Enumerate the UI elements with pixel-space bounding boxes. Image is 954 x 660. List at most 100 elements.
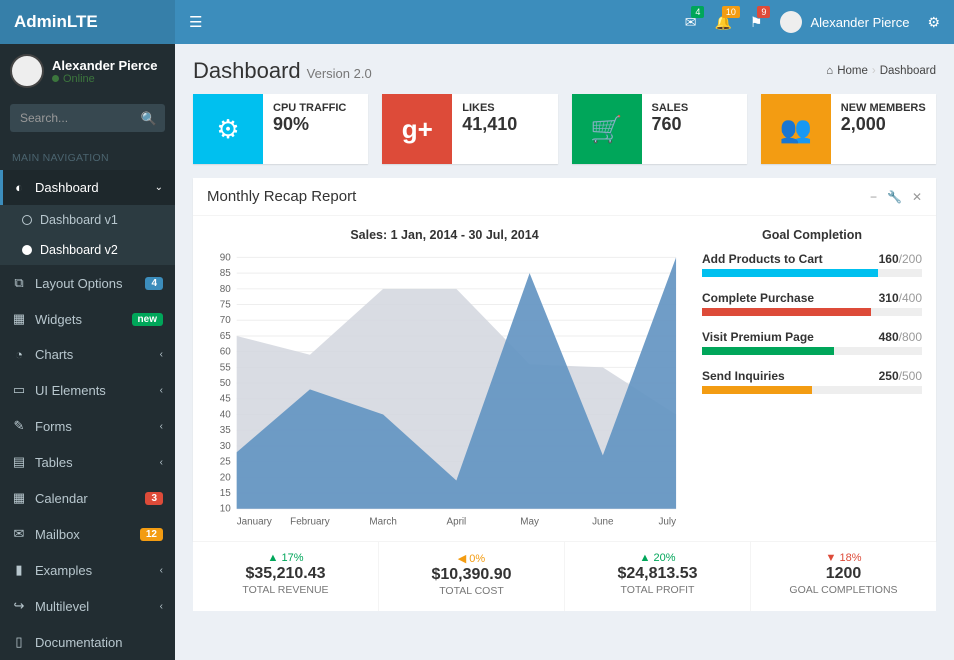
nav-documentation[interactable]: ▯Documentation [0,624,175,660]
sidebar-username: Alexander Pierce [52,58,158,73]
nav-widgets[interactable]: ▦Widgetsnew [0,301,175,337]
stats-footer: ▲ 17%$35,210.43TOTAL REVENUE ◀ 0%$10,390… [193,541,936,611]
nav-layout[interactable]: ⧉Layout Options4 [0,265,175,301]
infobox-members: 👥NEW MEMBERS2,000 [761,94,936,164]
stat-goals: ▼ 18%1200GOAL COMPLETIONS [751,542,936,611]
share-icon: ↪ [12,598,26,614]
gear-icon: ⚙ [193,94,263,164]
chevron-left-icon: ‹ [160,421,163,432]
nav-tables[interactable]: ▤Tables‹ [0,444,175,480]
stat-profit: ▲ 20%$24,813.53TOTAL PROFIT [565,542,751,611]
sidebar-toggle-button[interactable]: ☰ [189,13,202,31]
goal-item: Visit Premium Page480/800 [702,330,922,355]
nav-forms[interactable]: ✎Forms‹ [0,408,175,444]
avatar [780,11,802,33]
close-button[interactable]: ✕ [912,190,922,204]
breadcrumb: ⌂ Home › Dashboard [826,65,936,77]
page-title: DashboardVersion 2.0 [193,58,372,84]
settings-button[interactable]: 🔧 [887,190,902,204]
svg-text:25: 25 [220,457,231,468]
google-plus-icon: g+ [382,94,452,164]
svg-text:January: January [237,517,272,528]
edit-icon: ✎ [12,418,26,434]
svg-text:85: 85 [220,268,231,279]
chevron-left-icon: ‹ [160,385,163,396]
svg-text:March: March [369,517,396,528]
folder-icon: ▮ [12,562,26,578]
topbar: ☰ ✉4 🔔10 ⚑9 Alexander Pierce ⚙ [175,0,954,44]
svg-text:15: 15 [220,488,231,499]
nav-multilevel[interactable]: ↪Multilevel‹ [0,588,175,624]
user-status: Online [52,73,158,85]
svg-text:80: 80 [220,284,231,295]
home-icon: ⌂ [826,65,833,77]
tasks-button[interactable]: ⚑9 [750,14,763,31]
nav-dashboard-v2[interactable]: Dashboard v2 [0,235,175,265]
search-icon[interactable]: 🔍 [141,111,157,127]
goal-item: Send Inquiries250/500 [702,369,922,394]
goal-item: Add Products to Cart160/200 [702,252,922,277]
infobox-sales: 🛒SALES760 [572,94,747,164]
goal-item: Complete Purchase310/400 [702,291,922,316]
recap-panel: Monthly Recap Report − 🔧 ✕ Sales: 1 Jan,… [193,178,936,541]
svg-text:July: July [659,517,677,528]
chevron-left-icon: ‹ [160,457,163,468]
nav-examples[interactable]: ▮Examples‹ [0,552,175,588]
infobox-likes: g+LIKES41,410 [382,94,557,164]
goals-title: Goal Completion [702,228,922,242]
svg-text:70: 70 [220,315,231,326]
users-icon: 👥 [761,94,831,164]
calendar-icon: ▦ [12,490,26,506]
svg-text:10: 10 [220,504,231,515]
settings-icon[interactable]: ⚙ [927,14,940,31]
svg-text:90: 90 [220,252,231,263]
avatar [10,54,44,88]
infobox-cpu: ⚙CPU TRAFFIC90% [193,94,368,164]
svg-text:65: 65 [220,331,231,342]
dashboard-icon: ◐ [12,180,26,195]
svg-text:June: June [592,517,614,528]
svg-text:75: 75 [220,299,231,310]
laptop-icon: ▭ [12,382,26,398]
svg-text:60: 60 [220,347,231,358]
chevron-left-icon: ‹ [160,349,163,360]
stat-revenue: ▲ 17%$35,210.43TOTAL REVENUE [193,542,379,611]
table-icon: ▤ [12,454,26,470]
svg-text:May: May [520,517,539,528]
book-icon: ▯ [12,634,26,650]
panel-title: Monthly Recap Report [207,188,356,205]
online-dot-icon [52,75,59,82]
envelope-icon: ✉ [12,526,26,542]
user-menu[interactable]: Alexander Pierce [780,11,909,33]
svg-text:50: 50 [220,378,231,389]
svg-text:40: 40 [220,409,231,420]
pie-icon: ◔ [12,347,26,362]
nav-dashboard-v1[interactable]: Dashboard v1 [0,205,175,235]
chevron-down-icon: ⌄ [155,182,163,193]
collapse-button[interactable]: − [870,190,877,204]
chart-title: Sales: 1 Jan, 2014 - 30 Jul, 2014 [207,228,682,242]
svg-text:35: 35 [220,425,231,436]
nav-calendar[interactable]: ▦Calendar3 [0,480,175,516]
nav-mailbox[interactable]: ✉Mailbox12 [0,516,175,552]
chevron-left-icon: ‹ [160,565,163,576]
circle-icon [22,215,32,225]
breadcrumb-current: Dashboard [880,65,936,77]
svg-text:20: 20 [220,472,231,483]
nav-header: MAIN NAVIGATION [0,142,175,170]
svg-text:April: April [446,517,466,528]
sales-area-chart: 1015202530354045505560657075808590Januar… [207,250,682,530]
breadcrumb-home[interactable]: Home [837,65,868,77]
nav-ui-elements[interactable]: ▭UI Elements‹ [0,372,175,408]
messages-button[interactable]: ✉4 [685,14,697,31]
nav-dashboard[interactable]: ◐Dashboard ⌄ [0,170,175,205]
sidebar: AdminLTE Alexander Pierce Online 🔍 MAIN … [0,0,175,660]
svg-text:February: February [290,517,330,528]
th-icon: ▦ [12,311,26,327]
nav-charts[interactable]: ◔Charts‹ [0,337,175,372]
svg-text:45: 45 [220,394,231,405]
stat-cost: ◀ 0%$10,390.90TOTAL COST [379,542,565,611]
files-icon: ⧉ [12,275,26,291]
notifications-button[interactable]: 🔔10 [714,14,731,31]
brand-logo[interactable]: AdminLTE [0,0,175,44]
